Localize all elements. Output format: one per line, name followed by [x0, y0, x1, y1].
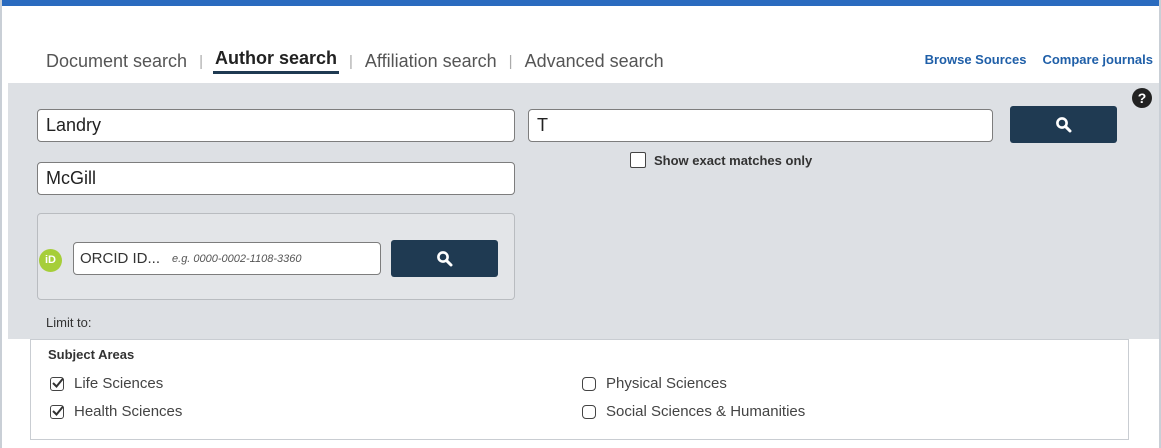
author-search-button[interactable]	[1010, 106, 1117, 143]
subject-life-sciences[interactable]: Life Sciences	[50, 375, 163, 392]
header-links: Browse Sources Compare journals	[925, 52, 1153, 67]
limit-to-label: Limit to:	[46, 315, 92, 330]
unchecked-checkbox-icon[interactable]	[582, 376, 596, 391]
tab-affiliation-search[interactable]: Affiliation search	[363, 51, 499, 72]
subject-health-sciences[interactable]: Health Sciences	[50, 403, 182, 420]
orcid-placeholder: ORCID ID...	[80, 250, 161, 267]
frame-left-border	[0, 0, 2, 448]
subject-social-sciences-humanities[interactable]: Social Sciences & Humanities	[582, 403, 805, 420]
exact-matches-checkbox[interactable]	[630, 152, 646, 168]
last-name-input[interactable]	[37, 109, 515, 142]
tab-document-search[interactable]: Document search	[44, 51, 189, 72]
exact-matches-option[interactable]: Show exact matches only	[630, 152, 812, 168]
search-icon	[436, 250, 452, 266]
search-icon	[1055, 116, 1071, 132]
compare-journals-link[interactable]: Compare journals	[1042, 52, 1153, 67]
orcid-id-icon: iD	[39, 249, 62, 272]
subject-physical-sciences[interactable]: Physical Sciences	[582, 375, 727, 392]
checked-checkbox-icon[interactable]	[50, 376, 64, 391]
tab-separator: |	[508, 52, 513, 70]
subject-label: Life Sciences	[74, 375, 164, 392]
checked-checkbox-icon[interactable]	[50, 404, 64, 419]
orcid-search-button[interactable]	[391, 240, 498, 277]
browse-sources-link[interactable]: Browse Sources	[925, 52, 1027, 67]
first-name-input[interactable]	[528, 109, 993, 142]
subject-label: Health Sciences	[74, 403, 183, 420]
subject-label: Social Sciences & Humanities	[606, 403, 806, 420]
tab-author-search[interactable]: Author search	[212, 48, 340, 74]
search-tabs: Document search | Author search | Affili…	[44, 47, 666, 75]
orcid-input[interactable]: ORCID ID... e.g. 0000-0002-1108-3360	[73, 242, 381, 275]
exact-matches-label: Show exact matches only	[654, 152, 813, 168]
help-icon[interactable]: ?	[1132, 88, 1152, 108]
affiliation-input[interactable]	[37, 162, 515, 195]
unchecked-checkbox-icon[interactable]	[582, 404, 596, 419]
subject-areas-title: Subject Areas	[48, 347, 135, 362]
tab-separator: |	[349, 52, 353, 70]
subject-areas-box	[30, 339, 1129, 440]
tab-separator: |	[199, 52, 203, 70]
orcid-example: e.g. 0000-0002-1108-3360	[172, 252, 302, 265]
tab-advanced-search[interactable]: Advanced search	[523, 51, 666, 72]
top-accent-bar	[0, 0, 1161, 6]
subject-label: Physical Sciences	[606, 375, 727, 392]
